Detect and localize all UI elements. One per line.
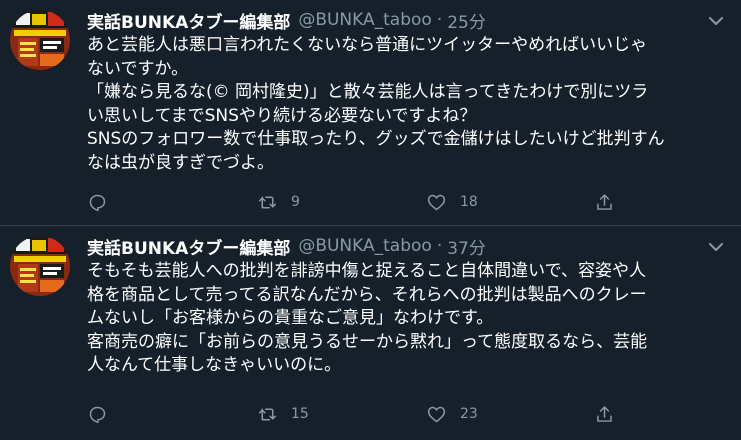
like-count: 18 bbox=[460, 194, 478, 210]
share-button[interactable] bbox=[594, 190, 615, 214]
more-options-button[interactable] bbox=[705, 10, 727, 32]
magazine-cover-avatar-image bbox=[10, 10, 70, 70]
tweet-text-line: なは虫が良すぎでづよ。 bbox=[87, 152, 274, 173]
reply-icon bbox=[89, 194, 106, 211]
user-handle[interactable]: @BUNKA_taboo bbox=[298, 10, 431, 30]
tweet-text-line: い思いしてまでSNSやり続ける必要ないですよね？ bbox=[87, 105, 477, 126]
share-button[interactable] bbox=[594, 402, 615, 426]
more-options-button[interactable] bbox=[705, 236, 727, 258]
tweet-text-line: SNSのフォロワー数で仕事取ったり、グッズで金儲けはしたいけど批判すん bbox=[87, 129, 665, 149]
display-name[interactable]: 実話BUNKAタブー編集部 bbox=[87, 234, 290, 259]
retweet-count: 9 bbox=[291, 194, 300, 210]
retweet-button[interactable]: 9 bbox=[257, 190, 300, 214]
tweet-actions: 15 23 bbox=[87, 402, 647, 426]
reply-button[interactable] bbox=[87, 190, 121, 214]
tweet-text-line: 客商売の癖に「お前らの意見うるせーから黙れ」って態度取るなら、芸能 bbox=[87, 331, 648, 352]
share-icon bbox=[597, 405, 612, 422]
separator-dot: · bbox=[436, 236, 443, 256]
tweet-header: 実話BUNKAタブー編集部 @BUNKA_taboo · 25分 bbox=[87, 8, 486, 33]
chevron-down-icon bbox=[709, 17, 723, 25]
avatar[interactable] bbox=[10, 10, 70, 70]
tweet-text-line: 格を商品として売ってる訳なんだから、それらへの批判は製品へのクレー bbox=[87, 284, 647, 305]
like-button[interactable]: 23 bbox=[426, 402, 478, 426]
chevron-down-icon bbox=[709, 243, 723, 251]
retweet-icon bbox=[258, 196, 277, 208]
retweet-icon bbox=[258, 408, 277, 420]
tweet-text-line: ムないし「お客様からの貴重なご意見」なわけです。 bbox=[87, 308, 494, 328]
tweet-text: あと芸能人は悪口言われたくないなら普通にツイッターやめればいいじゃ ないですか。… bbox=[87, 34, 727, 175]
tweet[interactable]: 実話BUNKAタブー編集部 @BUNKA_taboo · 25分 あと芸能人は悪… bbox=[0, 0, 741, 225]
heart-icon bbox=[427, 406, 446, 422]
tweet-text-line: 人なんて仕事しなきゃいいのに。 bbox=[87, 355, 342, 375]
tweet[interactable]: 実話BUNKAタブー編集部 @BUNKA_taboo · 37分 そもそも芸能人… bbox=[0, 226, 741, 440]
retweet-count: 15 bbox=[291, 406, 309, 422]
avatar[interactable] bbox=[10, 236, 70, 296]
tweet-text: そもそも芸能人への批判を誹謗中傷と捉えること自体間違いで、容姿や人 格を商品とし… bbox=[87, 260, 727, 378]
separator-dot: · bbox=[436, 10, 443, 30]
display-name[interactable]: 実話BUNKAタブー編集部 bbox=[87, 8, 290, 33]
tweet-text-line: そもそも芸能人への批判を誹謗中傷と捉えること自体間違いで、容姿や人 bbox=[87, 261, 646, 281]
reply-icon bbox=[89, 406, 106, 423]
retweet-button[interactable]: 15 bbox=[257, 402, 309, 426]
heart-icon bbox=[427, 194, 446, 210]
like-count: 23 bbox=[460, 406, 478, 422]
timeline: 実話BUNKAタブー編集部 @BUNKA_taboo · 25分 あと芸能人は悪… bbox=[0, 0, 741, 440]
timestamp[interactable]: 37分 bbox=[447, 234, 486, 259]
reply-button[interactable] bbox=[87, 402, 121, 426]
user-handle[interactable]: @BUNKA_taboo bbox=[298, 236, 431, 256]
like-button[interactable]: 18 bbox=[426, 190, 478, 214]
magazine-cover-avatar-image bbox=[10, 236, 70, 296]
tweet-text-line: あと芸能人は悪口言われたくないなら普通にツイッターやめればいいじゃ bbox=[87, 35, 648, 55]
timestamp[interactable]: 25分 bbox=[447, 8, 486, 33]
tweet-text-line: ないですか。 bbox=[87, 58, 189, 79]
share-icon bbox=[597, 193, 612, 210]
tweet-actions: 9 18 bbox=[87, 190, 647, 214]
tweet-text-line: 「嫌なら見るな(© 岡村隆史)」と散々芸能人は言ってきたわけで別にツラ bbox=[87, 82, 649, 102]
tweet-header: 実話BUNKAタブー編集部 @BUNKA_taboo · 37分 bbox=[87, 234, 486, 259]
